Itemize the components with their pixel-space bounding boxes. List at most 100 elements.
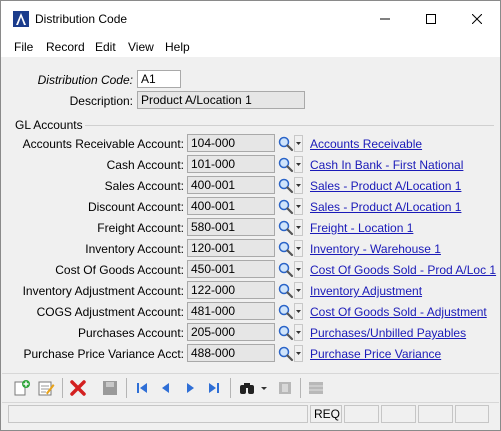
lookup-dropdown-button[interactable]: [294, 219, 303, 236]
close-button[interactable]: [454, 1, 500, 37]
chevron-down-icon: [296, 352, 301, 355]
gl-account-description-link[interactable]: Inventory - Warehouse 1: [310, 242, 441, 256]
gl-account-number-field[interactable]: 400-001: [187, 176, 275, 194]
lookup-search-icon[interactable]: [277, 345, 294, 362]
chevron-down-icon: [296, 142, 301, 145]
lookup-search-icon[interactable]: [277, 156, 294, 173]
lookup-dropdown-button[interactable]: [294, 324, 303, 341]
lookup-search-icon[interactable]: [277, 261, 294, 278]
title-bar: Distribution Code: [1, 1, 500, 37]
maximize-icon: [426, 14, 436, 24]
gl-account-description-link[interactable]: Sales - Product A/Location 1: [310, 179, 461, 193]
next-record-icon[interactable]: [181, 379, 199, 397]
gl-account-description-link[interactable]: Purchase Price Variance: [310, 347, 441, 361]
status-cell: [455, 405, 489, 423]
lookup-dropdown-button[interactable]: [294, 156, 303, 173]
status-message-cell: [8, 405, 308, 423]
chevron-down-icon: [296, 331, 301, 334]
description-label: Description:: [69, 94, 133, 108]
list-icon[interactable]: [307, 379, 325, 397]
lookup-dropdown-button[interactable]: [294, 198, 303, 215]
gl-account-label: COGS Adjustment Account:: [36, 305, 184, 319]
lookup-search-icon[interactable]: [277, 177, 294, 194]
lookup-dropdown-button[interactable]: [294, 303, 303, 320]
chevron-down-icon: [296, 310, 301, 313]
chevron-down-icon: [296, 205, 301, 208]
gl-account-label: Inventory Adjustment Account:: [22, 284, 184, 298]
toolbar-separator: [300, 378, 301, 398]
lookup-dropdown-button[interactable]: [294, 345, 303, 362]
gl-account-label: Cash Account:: [106, 158, 184, 172]
menu-bar: File Record Edit View Help: [1, 37, 500, 57]
menu-record[interactable]: Record: [46, 40, 85, 54]
gl-account-number-field[interactable]: 481-000: [187, 302, 275, 320]
status-bar: REQ: [2, 402, 499, 429]
chevron-down-icon: [296, 289, 301, 292]
save-icon[interactable]: [101, 379, 119, 397]
find-icon[interactable]: [238, 379, 256, 397]
minimize-icon: [380, 18, 390, 20]
gl-account-number-field[interactable]: 450-001: [187, 260, 275, 278]
status-req-cell: REQ: [310, 405, 342, 423]
gl-account-description-link[interactable]: Sales - Product A/Location 1: [310, 200, 461, 214]
last-record-icon[interactable]: [205, 379, 223, 397]
lookup-dropdown-button[interactable]: [294, 135, 303, 152]
gl-account-number-field[interactable]: 488-000: [187, 344, 275, 362]
gl-account-number-field[interactable]: 400-001: [187, 197, 275, 215]
lookup-dropdown-button[interactable]: [294, 177, 303, 194]
chevron-down-icon: [296, 247, 301, 250]
minimize-button[interactable]: [362, 1, 408, 37]
description-field[interactable]: Product A/Location 1: [137, 91, 305, 109]
previous-record-icon[interactable]: [157, 379, 175, 397]
gl-account-description-link[interactable]: Cost Of Goods Sold - Adjustment: [310, 305, 487, 319]
chevron-down-icon: [296, 184, 301, 187]
gl-account-description-link[interactable]: Inventory Adjustment: [310, 284, 422, 298]
toolbar-separator: [62, 378, 63, 398]
menu-file[interactable]: File: [14, 40, 33, 54]
app-logo-icon: [13, 11, 29, 27]
lookup-search-icon[interactable]: [277, 198, 294, 215]
distribution-code-window: Distribution Code File Record Edit View …: [0, 0, 501, 431]
find-dropdown-icon[interactable]: [260, 379, 268, 397]
gl-account-label: Sales Account:: [104, 179, 184, 193]
first-record-icon[interactable]: [133, 379, 151, 397]
lookup-search-icon[interactable]: [277, 282, 294, 299]
distribution-code-field[interactable]: A1: [137, 70, 181, 88]
print-icon[interactable]: [276, 379, 294, 397]
gl-account-label: Cost Of Goods Account:: [55, 263, 184, 277]
gl-account-description-link[interactable]: Freight - Location 1: [310, 221, 413, 235]
gl-account-description-link[interactable]: Purchases/Unbilled Payables: [310, 326, 466, 340]
maximize-button[interactable]: [408, 1, 454, 37]
gl-account-number-field[interactable]: 122-000: [187, 281, 275, 299]
menu-help[interactable]: Help: [165, 40, 190, 54]
lookup-dropdown-button[interactable]: [294, 240, 303, 257]
lookup-dropdown-button[interactable]: [294, 261, 303, 278]
lookup-dropdown-button[interactable]: [294, 282, 303, 299]
gl-account-label: Discount Account:: [87, 200, 184, 214]
gl-account-label: Freight Account:: [97, 221, 184, 235]
gl-account-description-link[interactable]: Accounts Receivable: [310, 137, 422, 151]
lookup-search-icon[interactable]: [277, 240, 294, 257]
menu-view[interactable]: View: [128, 40, 154, 54]
gl-account-label: Accounts Receivable Account:: [22, 137, 184, 151]
gl-account-number-field[interactable]: 580-001: [187, 218, 275, 236]
lookup-search-icon[interactable]: [277, 303, 294, 320]
gl-account-number-field[interactable]: 120-001: [187, 239, 275, 257]
lookup-search-icon[interactable]: [277, 219, 294, 236]
lookup-search-icon[interactable]: [277, 135, 294, 152]
form-area: Distribution Code: A1 Description: Produ…: [1, 57, 500, 374]
menu-edit[interactable]: Edit: [95, 40, 116, 54]
gl-account-label: Inventory Account:: [85, 242, 184, 256]
gl-account-number-field[interactable]: 101-000: [187, 155, 275, 173]
gl-account-number-field[interactable]: 205-000: [187, 323, 275, 341]
gl-account-description-link[interactable]: Cost Of Goods Sold - Prod A/Loc 1: [310, 263, 496, 277]
close-icon: [472, 14, 482, 24]
new-record-icon[interactable]: [13, 379, 31, 397]
gl-account-label: Purchase Price Variance Acct:: [23, 347, 184, 361]
edit-record-icon[interactable]: [37, 379, 55, 397]
gl-account-description-link[interactable]: Cash In Bank - First National: [310, 158, 463, 172]
delete-icon[interactable]: [69, 379, 87, 397]
lookup-search-icon[interactable]: [277, 324, 294, 341]
toolbar-separator: [230, 378, 231, 398]
gl-account-number-field[interactable]: 104-000: [187, 134, 275, 152]
